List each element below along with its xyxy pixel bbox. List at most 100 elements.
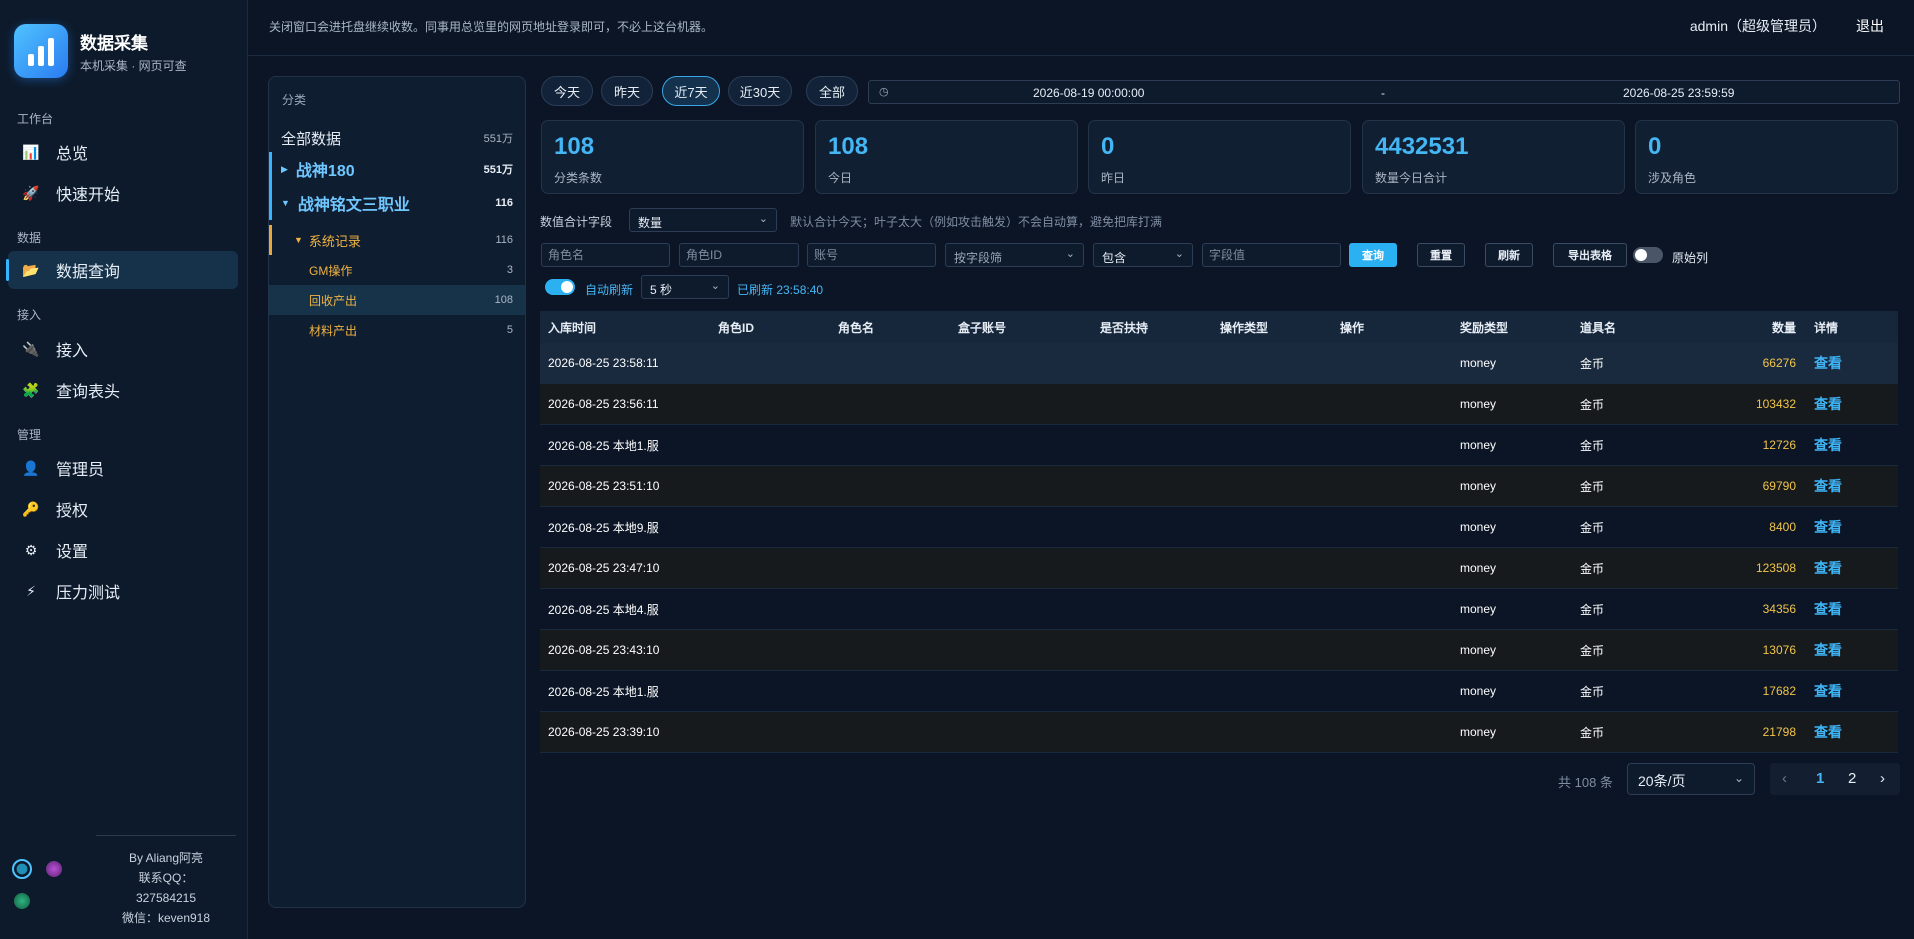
range-last-30-days[interactable]: 近30天 — [728, 76, 792, 106]
pagination: ‹ 1 2 › — [1770, 763, 1900, 795]
prev-page-button[interactable]: ‹ — [1782, 770, 1787, 787]
column-header[interactable]: 角色ID — [718, 319, 838, 336]
view-detail-link[interactable]: 查看 — [1810, 681, 1868, 701]
table-row[interactable]: 2026-08-25 本地1.服 money 金币 12726 查看 — [540, 425, 1898, 466]
table-row[interactable]: 2026-08-25 23:58:11 money 金币 66276 查看 — [540, 343, 1898, 384]
cell-item-name: 金币 — [1580, 602, 1605, 617]
table-row[interactable]: 2026-08-25 本地1.服 money 金币 17682 查看 — [540, 671, 1898, 712]
column-header[interactable]: 操作 — [1340, 319, 1460, 336]
export-button[interactable]: 导出表格 — [1553, 243, 1627, 267]
theme-purple-dot[interactable] — [46, 861, 62, 877]
category-leaf-material[interactable]: 材料产出 5 — [269, 315, 525, 345]
cell-quantity: 66276 — [1762, 356, 1796, 370]
range-today[interactable]: 今天 — [541, 76, 593, 106]
category-count: 116 — [495, 234, 513, 246]
match-mode-select[interactable]: 包含 ⌄ — [1093, 243, 1193, 267]
theme-blue-dot[interactable] — [12, 859, 32, 879]
column-header[interactable]: 道具名 — [1580, 319, 1700, 336]
view-detail-link[interactable]: 查看 — [1810, 722, 1868, 742]
query-button[interactable]: 查询 — [1349, 243, 1397, 267]
column-header[interactable]: 奖励类型 — [1460, 319, 1580, 336]
nav-item-overview[interactable]: 📊 总览 — [8, 133, 238, 171]
category-system-records[interactable]: ▼ 系统记录 116 — [269, 225, 525, 255]
table-row[interactable]: 2026-08-25 23:43:10 money 金币 13076 查看 — [540, 630, 1898, 671]
column-header[interactable]: 盒子账号 — [958, 319, 1100, 336]
reset-button[interactable]: 重置 — [1417, 243, 1465, 267]
view-detail-link[interactable]: 查看 — [1810, 476, 1868, 496]
account-input[interactable] — [807, 243, 936, 267]
cell-reward-type: money — [1460, 438, 1497, 452]
stat-value: 0 — [1648, 133, 1662, 160]
sum-field-select[interactable]: 数量 ⌄ — [629, 208, 777, 232]
column-header[interactable]: 详情 — [1810, 319, 1868, 336]
next-page-button[interactable]: › — [1880, 770, 1885, 787]
page-1-button[interactable]: 1 — [1816, 770, 1824, 787]
column-header[interactable]: 数量 — [1700, 319, 1810, 336]
cell-item-name: 金币 — [1580, 561, 1605, 576]
nav-item-access[interactable]: 🔌 接入 — [8, 330, 238, 368]
brand: 数据采集 本机采集 · 网页可查 — [14, 24, 187, 78]
theme-green-dot[interactable] — [14, 893, 30, 909]
cell-quantity: 103432 — [1755, 397, 1796, 411]
refresh-interval-select[interactable]: 5 秒 ⌄ — [641, 275, 729, 299]
category-leaf-recycle[interactable]: 回收产出 108 — [269, 285, 525, 315]
page-size-select[interactable]: 20条/页 ⌄ — [1627, 763, 1755, 795]
nav-item-quickstart[interactable]: 🚀 快速开始 — [8, 174, 238, 212]
nav-item-license[interactable]: 🔑 授权 — [8, 490, 238, 528]
view-detail-link[interactable]: 查看 — [1810, 435, 1868, 455]
view-detail-link[interactable]: 查看 — [1810, 394, 1868, 414]
page-2-button[interactable]: 2 — [1848, 770, 1856, 787]
nav-item-admins[interactable]: 👤 管理员 — [8, 449, 238, 487]
bar-chart-logo-icon — [14, 24, 68, 78]
category-count: 5 — [506, 324, 513, 336]
table-row[interactable]: 2026-08-25 23:47:10 money 金币 123508 查看 — [540, 548, 1898, 589]
author-by: By Aliang阿亮 — [128, 851, 204, 865]
nav-item-stress-test[interactable]: ⚡ 压力测试 — [8, 572, 238, 610]
view-detail-link[interactable]: 查看 — [1810, 558, 1868, 578]
cell-quantity: 8400 — [1769, 520, 1796, 534]
cell-reward-type: money — [1460, 643, 1497, 657]
table-row[interactable]: 2026-08-25 23:51:10 money 金币 69790 查看 — [540, 466, 1898, 507]
role-name-input[interactable] — [541, 243, 670, 267]
range-all[interactable]: 全部 — [806, 76, 858, 106]
category-leaf-gm[interactable]: GM操作 3 — [269, 255, 525, 285]
sidebar-divider — [96, 835, 236, 836]
nav-item-query-headers[interactable]: 🧩 查询表头 — [8, 371, 238, 409]
brand-subtitle: 本机采集 · 网页可查 — [80, 58, 187, 73]
view-detail-link[interactable]: 查看 — [1810, 640, 1868, 660]
category-all-data[interactable]: 全部数据 551万 — [269, 123, 525, 153]
view-detail-link[interactable]: 查看 — [1810, 599, 1868, 619]
column-header[interactable]: 入库时间 — [540, 319, 718, 336]
category-game-1[interactable]: ▶ 战神180 551万 — [269, 152, 525, 186]
column-header[interactable]: 角色名 — [838, 319, 958, 336]
raw-columns-toggle[interactable] — [1633, 247, 1663, 263]
stat-card-today: 108 今日 — [815, 120, 1078, 194]
range-last-7-days[interactable]: 近7天 — [662, 76, 720, 106]
nav-item-settings[interactable]: ⚙ 设置 — [8, 531, 238, 569]
table-row[interactable]: 2026-08-25 23:56:11 money 金币 103432 查看 — [540, 384, 1898, 425]
date-end[interactable]: 2026-08-25 23:59:59 — [1623, 86, 1734, 100]
view-detail-link[interactable]: 查看 — [1810, 517, 1868, 537]
cell-item-name: 金币 — [1580, 438, 1605, 453]
date-range-picker[interactable]: ◷ 2026-08-19 00:00:00 - 2026-08-25 23:59… — [868, 80, 1900, 104]
category-game-2[interactable]: ▼ 战神铭文三职业 116 — [269, 186, 525, 220]
view-detail-link[interactable]: 查看 — [1810, 353, 1868, 373]
field-filter-select[interactable]: 按字段筛 ⌄ — [945, 243, 1084, 267]
role-id-input[interactable] — [679, 243, 799, 267]
date-start[interactable]: 2026-08-19 00:00:00 — [1033, 86, 1144, 100]
nav-item-label: 接入 — [56, 343, 89, 360]
stat-card-today-sum: 4432531 数量今日合计 — [1362, 120, 1625, 194]
cell-time: 2026-08-25 23:58:11 — [548, 356, 659, 370]
field-value-input[interactable] — [1202, 243, 1341, 267]
refresh-button[interactable]: 刷新 — [1485, 243, 1533, 267]
cell-time: 2026-08-25 本地1.服 — [548, 438, 659, 453]
table-row[interactable]: 2026-08-25 23:39:10 money 金币 21798 查看 — [540, 712, 1898, 753]
table-row[interactable]: 2026-08-25 本地9.服 money 金币 8400 查看 — [540, 507, 1898, 548]
table-row[interactable]: 2026-08-25 本地4.服 money 金币 34356 查看 — [540, 589, 1898, 630]
nav-item-data-query[interactable]: 📂 数据查询 — [6, 251, 238, 289]
column-header[interactable]: 操作类型 — [1220, 319, 1340, 336]
auto-refresh-toggle[interactable] — [545, 279, 575, 295]
column-header[interactable]: 是否扶持 — [1100, 319, 1220, 336]
range-yesterday[interactable]: 昨天 — [601, 76, 653, 106]
category-count: 551万 — [483, 164, 513, 176]
